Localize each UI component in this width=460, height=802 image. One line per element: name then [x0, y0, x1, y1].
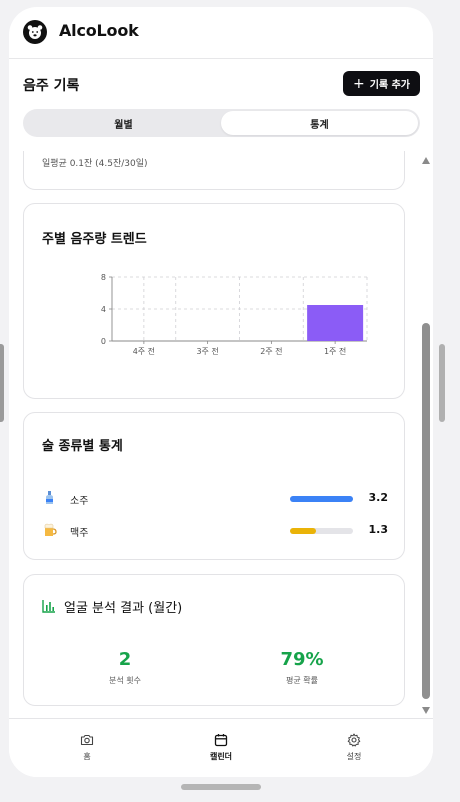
x-tick-label: 4주 전	[133, 346, 155, 356]
summary-card: 일평균 0.1잔 (4.5잔/30일)	[23, 151, 405, 190]
weekly-trend-card: 주별 음주량 트렌드 0 4 8 4주 전 3주 전 2주 전 1주 전	[23, 203, 405, 399]
drink-type-value: 1.3	[368, 523, 389, 536]
plus-icon: +	[352, 75, 365, 92]
daily-average-text: 일평균 0.1잔 (4.5잔/30일)	[42, 159, 148, 169]
y-tick-label: 0	[101, 337, 106, 346]
tab-settings-label: 설정	[346, 752, 362, 761]
soju-bottle-icon	[42, 490, 58, 506]
add-record-label: 기록 추가	[369, 80, 411, 91]
x-tick-label: 3주 전	[196, 346, 218, 356]
vertical-scrollbar[interactable]	[420, 151, 433, 718]
y-tick-label: 4	[101, 305, 106, 314]
drink-type-card: 술 종류별 통계 소주 3.2 맥주 1.3	[23, 412, 405, 560]
scrollbar-thumb[interactable]	[422, 323, 430, 699]
soju-progress-fill	[290, 496, 353, 502]
tab-calendar-label: 캘린더	[209, 752, 233, 761]
scroll-up-arrow-icon[interactable]	[422, 157, 430, 164]
bar-chart-icon	[42, 600, 55, 613]
home-indicator[interactable]	[181, 784, 261, 790]
tab-monthly[interactable]: 월별	[25, 111, 222, 135]
device-side-button-left	[0, 344, 4, 422]
analysis-count-value: 2	[118, 649, 132, 670]
x-tick-label: 2주 전	[260, 346, 282, 356]
tab-settings[interactable]: 설정	[324, 733, 384, 762]
face-analysis-title: 얼굴 분석 결과 (월간)	[64, 601, 183, 616]
camera-icon	[80, 734, 94, 746]
device-side-button-right	[439, 344, 445, 422]
drink-type-row-beer: 맥주 1.3	[42, 522, 389, 539]
beer-progress-track	[290, 528, 353, 534]
analysis-count-stat: 2 분석 횟수	[65, 649, 185, 686]
gear-icon	[347, 733, 361, 747]
page-title: 음주 기록	[23, 78, 80, 94]
drink-type-label: 맥주	[70, 528, 89, 539]
view-segmented-control: 월별 통계	[23, 109, 420, 137]
tab-home-label: 홈	[83, 752, 91, 761]
drink-type-label: 소주	[70, 496, 89, 507]
app-screen: AlcoLook 음주 기록 + 기록 추가 월별 통계 일평균 0.1잔 (4…	[9, 7, 433, 777]
add-record-button[interactable]: + 기록 추가	[343, 71, 420, 96]
app-header: AlcoLook	[9, 7, 433, 59]
average-probability-label: 평균 확률	[286, 676, 318, 685]
calendar-icon	[214, 734, 228, 747]
face-analysis-card: 얼굴 분석 결과 (월간) 2 분석 횟수 79% 평균 확률	[23, 574, 405, 706]
analysis-count-label: 분석 횟수	[109, 676, 141, 685]
soju-progress-track	[290, 496, 353, 502]
average-probability-stat: 79% 평균 확률	[242, 649, 362, 686]
x-tick-label: 1주 전	[324, 346, 346, 356]
tab-stats[interactable]: 통계	[221, 111, 418, 135]
bear-face-icon	[23, 20, 47, 44]
average-probability-value: 79%	[280, 649, 324, 670]
scroll-down-arrow-icon[interactable]	[422, 707, 430, 714]
bottom-tab-bar: 홈 캘린더 설정	[9, 718, 433, 777]
drink-type-value: 3.2	[368, 491, 389, 504]
tab-home[interactable]: 홈	[57, 733, 117, 762]
app-title: AlcoLook	[59, 21, 139, 40]
trend-bar	[307, 305, 364, 341]
beer-mug-icon	[42, 522, 58, 538]
beer-progress-fill	[290, 528, 316, 534]
drink-type-row-soju: 소주 3.2	[42, 490, 389, 507]
weekly-trend-title: 주별 음주량 트렌드	[42, 232, 147, 247]
drink-type-title: 술 종류별 통계	[42, 439, 123, 454]
stats-scroll-area[interactable]: 일평균 0.1잔 (4.5잔/30일) 주별 음주량 트렌드 0 4 8 4주 전 3주…	[9, 151, 433, 718]
y-tick-label: 8	[101, 273, 106, 282]
weekly-trend-chart: 0 4 8 4주 전 3주 전 2주 전 1주 전	[101, 273, 368, 356]
tab-calendar[interactable]: 캘린더	[191, 733, 251, 762]
